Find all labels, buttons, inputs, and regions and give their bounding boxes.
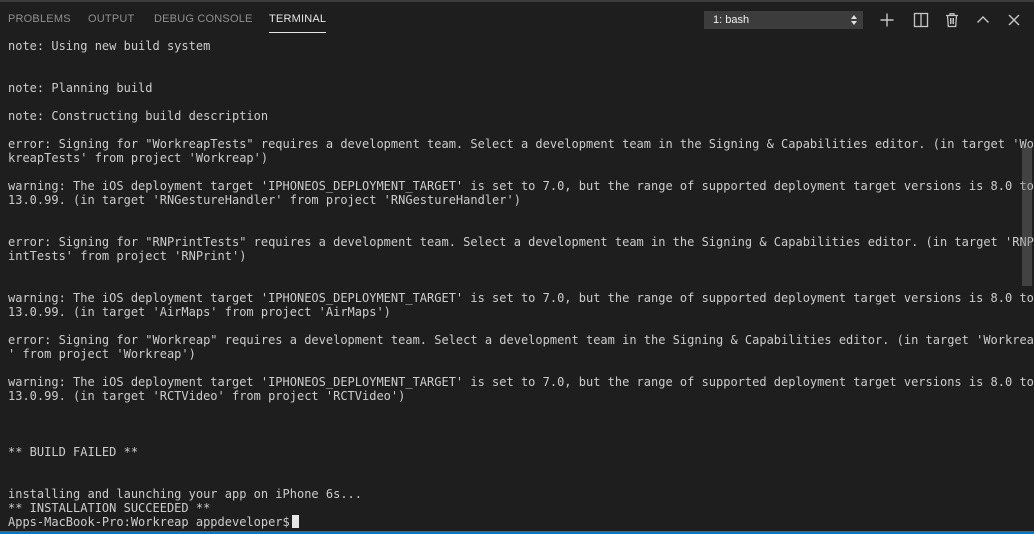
terminal-line: error: Signing for "WorkreapTests" requi…: [8, 137, 1034, 151]
terminal-line: warning: The iOS deployment target 'IPHO…: [8, 375, 1034, 389]
trash-icon[interactable]: [942, 10, 962, 30]
tab-debug-console[interactable]: DEBUG CONSOLE: [154, 13, 253, 25]
terminal-scrollbar-thumb[interactable]: [1022, 146, 1032, 286]
close-icon[interactable]: [1004, 10, 1024, 30]
terminal-line: note: Using new build system: [8, 39, 211, 53]
terminal-line: warning: The iOS deployment target 'IPHO…: [8, 291, 1034, 305]
terminal-cursor: [291, 515, 299, 528]
split-icon[interactable]: [911, 10, 931, 30]
panel-tab-bar: PROBLEMS OUTPUT DEBUG CONSOLE TERMINAL 1…: [0, 0, 1034, 38]
terminal-line: ' from project 'Workreap'): [8, 347, 196, 361]
terminal-line: 13.0.99. (in target 'RCTVideo' from proj…: [8, 389, 406, 403]
terminal-line: error: Signing for "RNPrintTests" requir…: [8, 235, 1034, 249]
terminal-selector-dropdown[interactable]: 1: bash: [704, 11, 863, 29]
terminal-line: 13.0.99. (in target 'RNGestureHandler' f…: [8, 193, 521, 207]
terminal-line: error: Signing for "Workreap" requires a…: [8, 333, 1034, 347]
terminal-line: 13.0.99. (in target 'AirMaps' from proje…: [8, 305, 391, 319]
terminal-selector-value: 1: bash: [713, 14, 750, 26]
terminal-line: ** INSTALLATION SUCCEEDED **: [8, 501, 211, 515]
tab-problems[interactable]: PROBLEMS: [8, 13, 71, 25]
terminal-output[interactable]: note: Using new build system note: Planni…: [8, 39, 1034, 529]
tab-terminal[interactable]: TERMINAL: [269, 13, 327, 33]
terminal-line: kreapTests' from project 'Workreap'): [8, 151, 269, 165]
terminal-line: warning: The iOS deployment target 'IPHO…: [8, 179, 1034, 193]
terminal-panel: PROBLEMS OUTPUT DEBUG CONSOLE TERMINAL 1…: [0, 0, 1034, 534]
terminal-prompt: Apps-MacBook-Pro:Workreap appdeveloper$: [8, 515, 290, 529]
terminal-line: note: Constructing build description: [8, 109, 269, 123]
tab-output[interactable]: OUTPUT: [88, 13, 134, 25]
select-arrows-icon: [851, 15, 857, 25]
terminal-line: ** BUILD FAILED **: [8, 445, 139, 459]
terminal-line: intTests' from project 'RNPrint'): [8, 249, 247, 263]
terminal-prompt-line: Apps-MacBook-Pro:Workreap appdeveloper$: [8, 515, 1014, 529]
terminal-line: note: Planning build: [8, 81, 153, 95]
terminal-line: installing and launching your app on iPh…: [8, 487, 363, 501]
chevron-up-icon[interactable]: [973, 10, 993, 30]
plus-icon[interactable]: [877, 10, 897, 30]
